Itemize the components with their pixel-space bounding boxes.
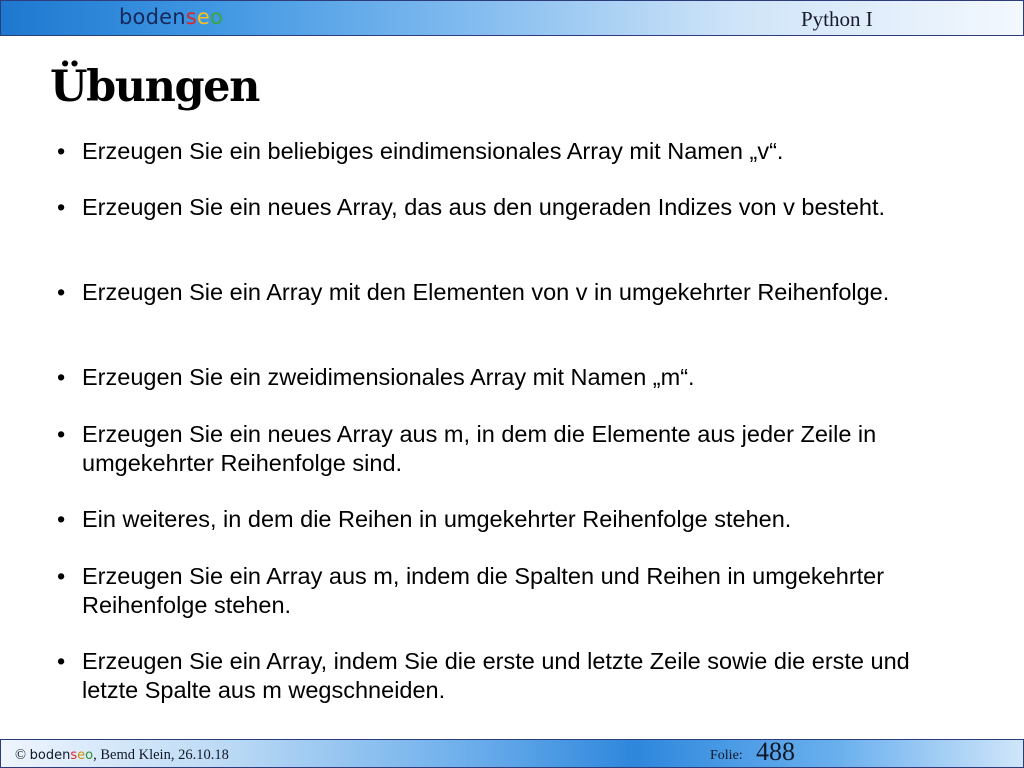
exercise-item: • Erzeugen Sie ein Array, indem Sie die … — [57, 647, 937, 704]
bodenseo-logo: bodenseo — [119, 3, 223, 31]
footer-brand-boden: boden — [29, 748, 71, 763]
slide-number-label: Folie: — [710, 748, 743, 763]
exercise-item: • Erzeugen Sie ein neues Array aus m, in… — [57, 420, 937, 477]
footer-brand: bodenseo — [30, 748, 93, 763]
footer-bar: © bodenseo, Bemd Klein, 26.10.18 Folie: … — [0, 739, 1024, 768]
exercise-item: • Erzeugen Sie ein zweidimensionales Arr… — [57, 363, 937, 392]
exercise-text: Erzeugen Sie ein Array mit den Elementen… — [82, 279, 890, 305]
slide-title: Übungen — [50, 62, 260, 112]
copyright-icon: © — [15, 747, 27, 763]
logo-text-boden: boden — [119, 5, 186, 29]
exercise-text: Erzeugen Sie ein neues Array, das aus de… — [82, 194, 886, 220]
exercise-item: • Ein weiteres, in dem die Reihen in umg… — [57, 505, 937, 534]
exercise-item: • Erzeugen Sie ein neues Array, das aus … — [57, 193, 937, 222]
logo-letter-s: s — [185, 5, 197, 29]
copyright-notice: © bodenseo, Bemd Klein, 26.10.18 — [15, 746, 229, 765]
exercise-item: • Erzeugen Sie ein Array mit den Element… — [57, 278, 937, 307]
exercise-text: Erzeugen Sie ein zweidimensionales Array… — [82, 364, 695, 390]
exercise-text: Erzeugen Sie ein beliebiges eindimension… — [82, 138, 784, 164]
bullet-icon: • — [57, 194, 66, 220]
exercise-text: Erzeugen Sie ein neues Array aus m, in d… — [82, 421, 877, 476]
bullet-icon: • — [57, 279, 66, 305]
slide-number: 488 — [756, 737, 795, 766]
bullet-icon: • — [57, 563, 66, 589]
bullet-icon: • — [57, 138, 66, 164]
bullet-icon: • — [57, 364, 66, 390]
exercise-text: Ein weiteres, in dem die Reihen in umgek… — [82, 506, 792, 532]
course-title: Python I — [801, 7, 873, 31]
footer-brand-o: o — [85, 748, 94, 763]
exercise-text: Erzeugen Sie ein Array aus m, indem die … — [82, 563, 885, 618]
author-date: , Bemd Klein, 26.10.18 — [93, 747, 229, 763]
header-bar: bodenseo Python I — [0, 0, 1024, 36]
bullet-icon: • — [57, 506, 66, 532]
exercise-text: Erzeugen Sie ein Array, indem Sie die er… — [82, 648, 910, 703]
exercise-item: • Erzeugen Sie ein Array aus m, indem di… — [57, 562, 937, 619]
logo-letter-o: o — [210, 5, 224, 29]
bullet-icon: • — [57, 648, 66, 674]
exercise-item: • Erzeugen Sie ein beliebiges eindimensi… — [57, 137, 937, 166]
logo-letter-e: e — [196, 5, 211, 29]
bullet-icon: • — [57, 421, 66, 447]
footer-brand-e: e — [77, 748, 86, 763]
